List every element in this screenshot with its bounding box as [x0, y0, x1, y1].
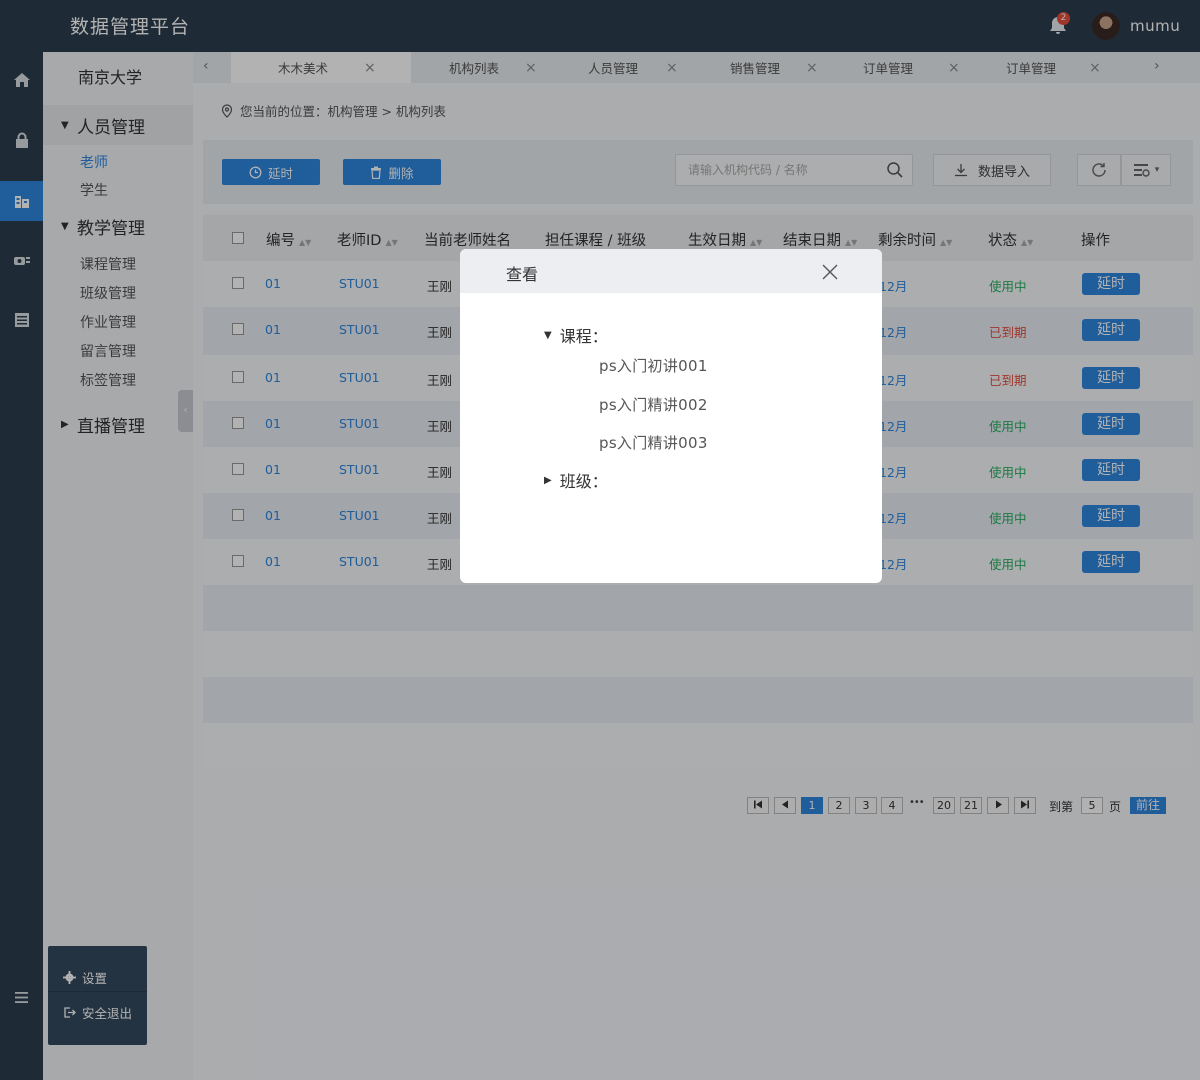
tree-leaf-course-3[interactable]: ps入门精讲003 [599, 432, 708, 453]
close-icon[interactable] [820, 262, 840, 282]
tree-leaf-course-1[interactable]: ps入门初讲001 [599, 355, 708, 376]
tree-node-courses[interactable]: ▼ 课程： [544, 323, 608, 347]
collapse-arrow-icon: ▶ [544, 474, 552, 486]
tree-node-label: 班级： [559, 472, 608, 491]
tree-node-label: 课程： [559, 327, 608, 346]
tree-leaf-course-2[interactable]: ps入门精讲002 [599, 394, 708, 415]
modal-header: 查看 [460, 249, 882, 293]
view-modal: 查看 ▼ 课程： ps入门初讲001 ps入门精讲002 ps入门精讲003 ▶… [460, 249, 882, 583]
tree-node-classes[interactable]: ▶ 班级： [544, 468, 608, 492]
modal-title: 查看 [506, 265, 539, 284]
expand-arrow-icon: ▼ [544, 329, 552, 341]
